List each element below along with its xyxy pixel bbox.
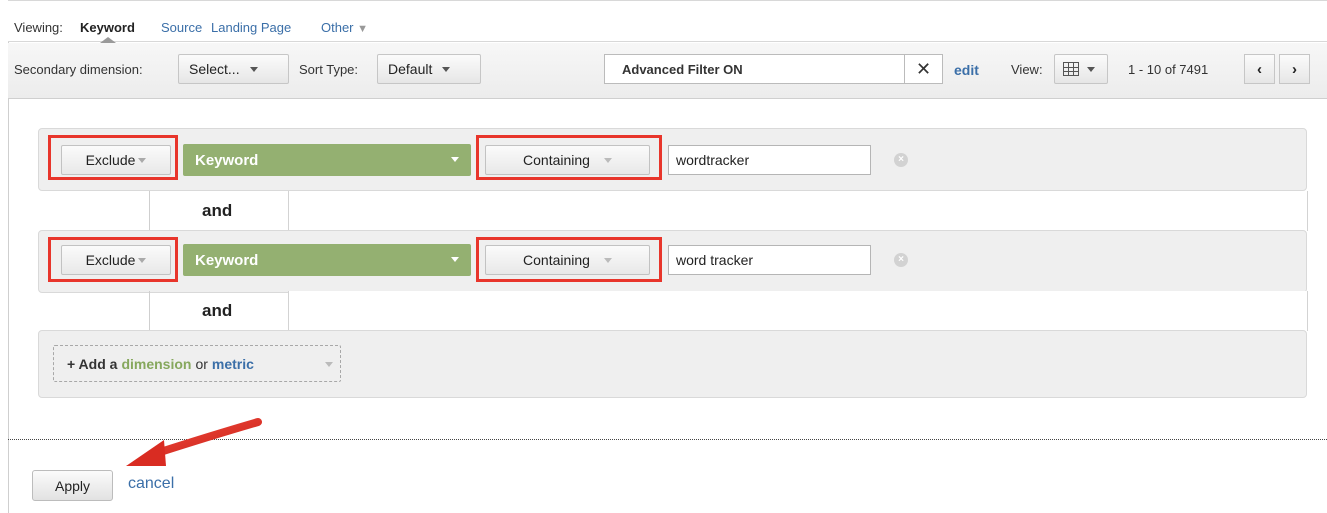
connector-box bbox=[288, 291, 1308, 331]
add-metric-text: metric bbox=[211, 355, 254, 372]
remove-icon[interactable]: × bbox=[894, 253, 908, 267]
chevron-right-icon[interactable]: › bbox=[1279, 54, 1310, 84]
viewing-bar: Viewing: Keyword Source Landing Page Oth… bbox=[8, 0, 1327, 43]
remove-icon[interactable]: × bbox=[894, 153, 908, 167]
viewing-other-label: Other bbox=[321, 20, 354, 35]
arrow-annotation-icon bbox=[126, 418, 262, 466]
and-label: and bbox=[202, 201, 233, 220]
view-label: View: bbox=[1011, 62, 1043, 77]
filter-value-input[interactable] bbox=[668, 145, 871, 175]
viewing-keyword[interactable]: Keyword bbox=[80, 20, 135, 36]
dimension-value: Keyword bbox=[195, 251, 259, 269]
secondary-dimension-select[interactable]: Select... bbox=[178, 54, 289, 84]
highlight-box bbox=[48, 237, 178, 282]
secondary-dimension-label: Secondary dimension: bbox=[14, 62, 143, 77]
viewing-other[interactable]: Other ▼ bbox=[321, 20, 368, 37]
and-connector: and bbox=[149, 191, 1308, 231]
add-dimension-or-metric-button[interactable]: + Add a dimension or metric bbox=[53, 345, 341, 382]
filter-value-input[interactable] bbox=[668, 245, 871, 275]
add-filter-row: + Add a dimension or metric bbox=[38, 330, 1307, 398]
dimension-select[interactable]: Keyword bbox=[183, 244, 471, 276]
edit-filter-link[interactable]: edit bbox=[954, 62, 979, 78]
chevron-down-icon bbox=[249, 66, 258, 72]
sort-type-select[interactable]: Default bbox=[377, 54, 481, 84]
grid-icon bbox=[1063, 62, 1079, 76]
filter-row: Exclude Keyword Containing × bbox=[38, 230, 1307, 293]
pagination-text: 1 - 10 of 7491 bbox=[1128, 62, 1209, 77]
dimension-value: Keyword bbox=[195, 151, 259, 169]
chevron-down-icon bbox=[451, 257, 459, 262]
and-connector: and bbox=[149, 291, 1308, 331]
chevron-down-icon bbox=[325, 362, 333, 367]
chevron-down-icon bbox=[442, 66, 451, 72]
secondary-dimension-value: Select... bbox=[189, 61, 240, 77]
and-label: and bbox=[202, 301, 233, 320]
highlight-box bbox=[476, 237, 662, 282]
chevron-left-icon[interactable]: ‹ bbox=[1244, 54, 1275, 84]
view-select[interactable] bbox=[1054, 54, 1108, 84]
viewing-landing-page[interactable]: Landing Page bbox=[211, 20, 291, 36]
sort-type-value: Default bbox=[388, 61, 433, 77]
add-or-text: or bbox=[195, 355, 208, 372]
sort-type-label: Sort Type: bbox=[299, 62, 359, 77]
highlight-box bbox=[48, 135, 178, 180]
chevron-down-icon bbox=[1087, 66, 1095, 72]
viewing-source[interactable]: Source bbox=[161, 20, 202, 36]
close-icon[interactable]: ✕ bbox=[904, 55, 942, 83]
viewing-label: Viewing: bbox=[14, 20, 63, 35]
cancel-link[interactable]: cancel bbox=[128, 475, 174, 493]
apply-button[interactable]: Apply bbox=[32, 470, 113, 501]
toolbar: Secondary dimension: Select... Sort Type… bbox=[8, 43, 1327, 99]
filter-row: Exclude Keyword Containing × bbox=[38, 128, 1307, 191]
connector-box bbox=[288, 191, 1308, 231]
advanced-filter-status: Advanced Filter ON bbox=[622, 62, 743, 77]
chevron-down-icon bbox=[451, 157, 459, 162]
add-prefix: + Add a bbox=[67, 355, 118, 372]
connector-line bbox=[149, 291, 150, 331]
highlight-box bbox=[476, 135, 662, 180]
add-dimension-text: dimension bbox=[121, 355, 192, 372]
dimension-select[interactable]: Keyword bbox=[183, 144, 471, 176]
advanced-filter-box[interactable]: Advanced Filter ON ✕ bbox=[604, 54, 943, 84]
chevron-down-icon: ▼ bbox=[357, 23, 369, 35]
connector-line bbox=[149, 191, 150, 231]
